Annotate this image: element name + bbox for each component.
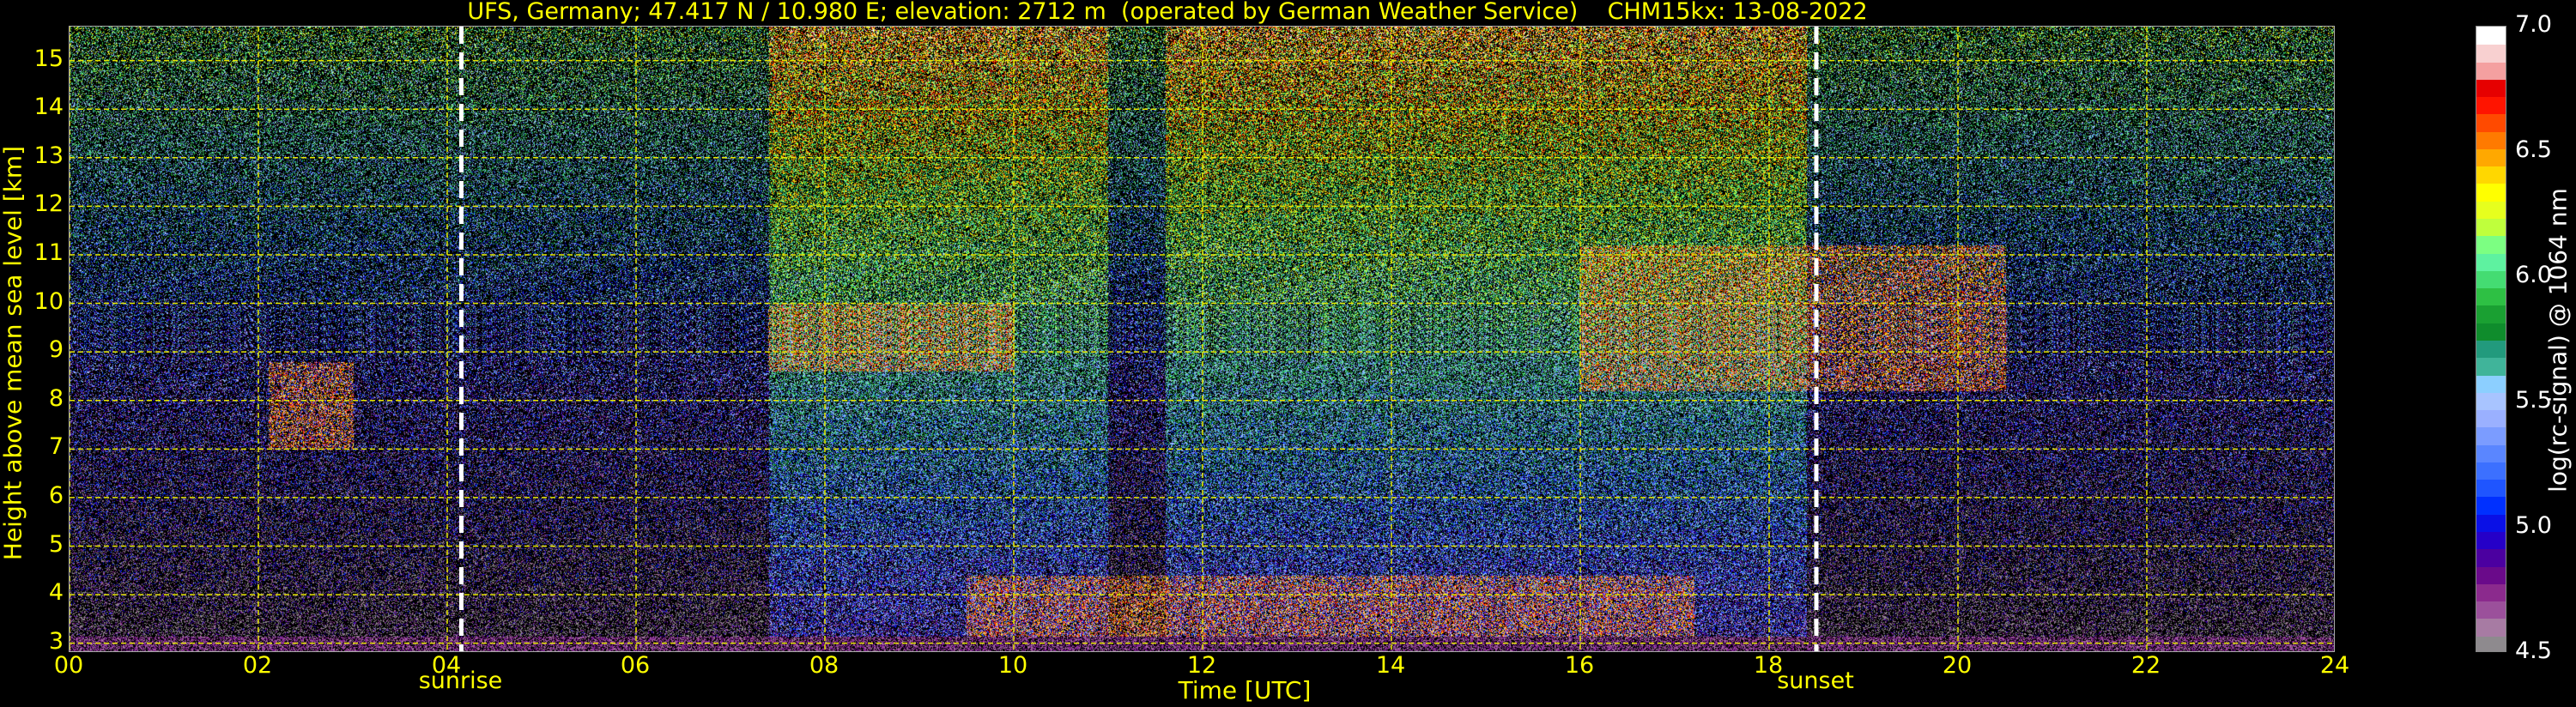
grid-overlay [70, 27, 2334, 651]
x-tick-label: 16 [1564, 652, 1595, 679]
colorbar-segment [2476, 322, 2506, 341]
colorbar-segment [2476, 200, 2506, 220]
colorbar-segment [2476, 409, 2506, 428]
x-tick-label: 14 [1375, 652, 1406, 679]
y-tick-label: 14 [33, 94, 64, 121]
y-tick-label: 7 [48, 433, 64, 461]
colorbar-segment [2476, 340, 2506, 359]
colorbar-segment [2476, 391, 2506, 411]
sunrise-label: sunrise [418, 668, 503, 694]
colorbar-segment [2476, 183, 2506, 202]
y-tick-label: 13 [33, 142, 64, 169]
x-tick-label: 02 [242, 652, 273, 679]
y-tick-label: 15 [33, 45, 64, 72]
y-tick-label: 4 [48, 579, 64, 607]
chart-title: UFS, Germany; 47.417 N / 10.980 E; eleva… [467, 0, 1868, 25]
colorbar-segment [2476, 252, 2506, 271]
plot-area [69, 26, 2335, 652]
colorbar-label: log(rc-signal) @ 1064 nm [2543, 188, 2573, 492]
sunset-label: sunset [1777, 668, 1854, 694]
colorbar-tick-label: 4.5 [2515, 638, 2552, 664]
colorbar-segment [2476, 496, 2506, 515]
x-tick-label: 00 [53, 652, 84, 679]
x-tick-label: 12 [1186, 652, 1217, 679]
x-tick-label: 24 [2319, 652, 2350, 679]
colorbar-segment [2476, 305, 2506, 323]
y-tick-label: 11 [33, 239, 64, 266]
colorbar [2476, 26, 2506, 652]
y-tick-label: 10 [33, 287, 64, 315]
x-tick-label: 22 [2131, 652, 2161, 679]
x-tick-label: 20 [1942, 652, 1973, 679]
x-axis-label: Time [UTC] [1178, 676, 1312, 704]
colorbar-segment [2476, 374, 2506, 393]
colorbar-segment [2476, 618, 2506, 637]
colorbar-segment [2476, 287, 2506, 306]
colorbar-segment [2476, 269, 2506, 289]
colorbar-segment [2476, 601, 2506, 619]
colorbar-segment [2476, 113, 2506, 132]
colorbar-segment [2476, 96, 2506, 115]
y-tick-label: 12 [33, 190, 64, 218]
colorbar-tick-label: 7.0 [2515, 11, 2552, 38]
colorbar-segment [2476, 635, 2506, 651]
colorbar-segment [2476, 548, 2506, 567]
y-tick-label: 8 [48, 384, 64, 412]
colorbar-segment [2476, 357, 2506, 376]
y-tick-label: 3 [48, 627, 64, 655]
colorbar-segment [2476, 148, 2506, 167]
colorbar-segment [2476, 513, 2506, 533]
x-tick-label: 10 [997, 652, 1028, 679]
colorbar-segment [2476, 166, 2506, 184]
colorbar-segment [2476, 218, 2506, 237]
x-tick-label: 06 [620, 652, 651, 679]
y-tick-label: 5 [48, 530, 64, 558]
colorbar-segment [2476, 426, 2506, 445]
colorbar-segment [2476, 444, 2506, 462]
colorbar-segment [2476, 44, 2506, 63]
colorbar-segment [2476, 61, 2506, 80]
y-tick-label: 9 [48, 336, 64, 364]
colorbar-segment [2476, 27, 2506, 45]
colorbar-segment [2476, 461, 2506, 480]
colorbar-segment [2476, 479, 2506, 498]
colorbar-segment [2476, 235, 2506, 254]
x-tick-label: 08 [809, 652, 839, 679]
y-tick-label: 6 [48, 481, 64, 509]
colorbar-segment [2476, 78, 2506, 98]
colorbar-segment [2476, 130, 2506, 149]
colorbar-segment [2476, 583, 2506, 602]
colorbar-segment [2476, 565, 2506, 584]
colorbar-segment [2476, 531, 2506, 550]
